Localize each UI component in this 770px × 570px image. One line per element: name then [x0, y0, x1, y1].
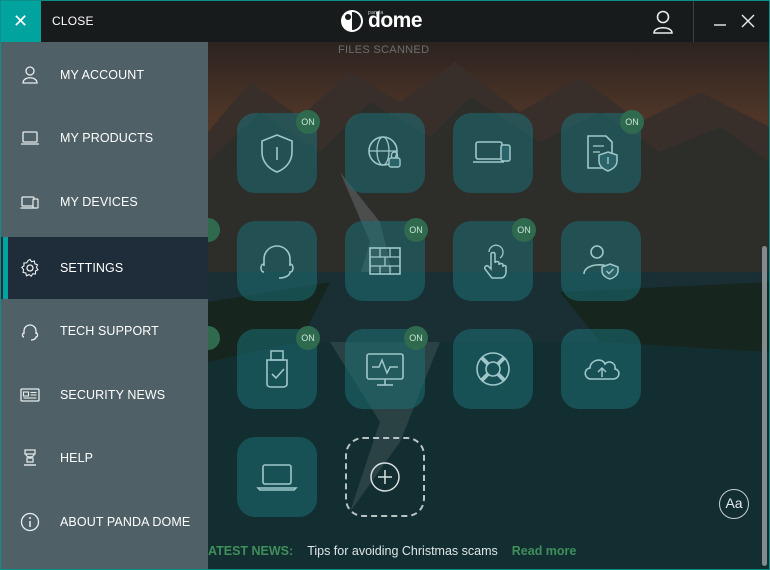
tech-support-tile[interactable]: [237, 221, 317, 301]
user-shield-icon: [583, 245, 619, 280]
status-badge: ON: [512, 218, 536, 242]
menu-item-about[interactable]: ABOUT PANDA DOME: [0, 491, 208, 553]
title-bar: ✕ CLOSE panda dome: [0, 0, 770, 42]
menu-item-my-products[interactable]: MY PRODUCTS: [0, 107, 208, 169]
menu-item-label: SECURITY NEWS: [60, 388, 166, 402]
laptop-icon: [256, 464, 298, 491]
read-more-link[interactable]: Read more: [512, 544, 577, 558]
scrollbar[interactable]: [762, 246, 767, 566]
menu-item-label: MY ACCOUNT: [60, 68, 145, 82]
menu-item-label: HELP: [60, 451, 94, 465]
minimize-button[interactable]: [708, 10, 732, 32]
document-shield-icon: [587, 135, 618, 172]
my-products-tile[interactable]: [237, 437, 317, 517]
lifebuoy-icon: [476, 352, 510, 386]
menu-item-label: MY DEVICES: [60, 195, 138, 209]
window-close-icon: [741, 14, 755, 28]
monitor-pulse-icon: [366, 353, 404, 386]
shield-icon: [261, 134, 293, 173]
close-menu-label[interactable]: CLOSE: [52, 14, 94, 28]
menu-item-my-account[interactable]: MY ACCOUNT: [0, 44, 208, 106]
web-lock-icon: [368, 136, 401, 168]
news-bar: ATEST NEWS: Tips for avoiding Christmas …: [208, 544, 576, 558]
close-icon: ✕: [12, 11, 29, 31]
info-icon: [19, 511, 41, 533]
headset-icon: [260, 245, 294, 279]
menu-item-settings[interactable]: SETTINGS: [0, 237, 208, 299]
rescue-kit-tile[interactable]: [453, 329, 533, 409]
status-badge: ON: [296, 326, 320, 350]
gear-icon: [19, 257, 41, 279]
cloud-backup-tile[interactable]: [561, 329, 641, 409]
side-menu: MY ACCOUNT MY PRODUCTS MY DEVICES SETTIN…: [0, 42, 208, 570]
menu-item-help[interactable]: HELP: [0, 427, 208, 489]
news-headline[interactable]: Tips for avoiding Christmas scams: [307, 544, 498, 558]
devices-tile[interactable]: [453, 113, 533, 193]
status-badge: ON: [404, 218, 428, 242]
user-account-button[interactable]: [646, 8, 680, 36]
menu-item-label: ABOUT PANDA DOME: [60, 515, 191, 529]
cloud-upload-icon: [584, 359, 620, 380]
menu-item-label: MY PRODUCTS: [60, 131, 154, 145]
menu-item-tech-support[interactable]: TECH SUPPORT: [0, 300, 208, 362]
news-icon: [19, 384, 41, 406]
status-badge: ON: [620, 110, 644, 134]
identity-tile[interactable]: [561, 221, 641, 301]
titlebar-separator: [693, 0, 694, 42]
add-circle-icon: [370, 462, 400, 492]
laptop-icon: [19, 127, 41, 149]
minimize-icon: [714, 24, 726, 26]
window-close-button[interactable]: [736, 10, 760, 32]
menu-item-security-news[interactable]: SECURITY NEWS: [0, 364, 208, 426]
logo-subtext: panda: [368, 10, 384, 16]
user-icon: [653, 10, 673, 34]
headset-icon: [19, 320, 41, 342]
devices-icon: [473, 141, 511, 163]
add-feature-tile[interactable]: [345, 437, 425, 517]
menu-item-my-devices[interactable]: MY DEVICES: [0, 171, 208, 233]
status-badge: ON: [296, 110, 320, 134]
panda-dome-logo: panda dome: [340, 8, 423, 34]
devices-icon: [19, 191, 41, 213]
news-label: ATEST NEWS:: [208, 544, 294, 558]
user-icon: [19, 64, 41, 86]
files-scanned-label: FILES SCANNED: [338, 44, 430, 56]
font-size-button[interactable]: Aa: [719, 489, 749, 519]
panda-logo-icon: [341, 10, 363, 32]
usb-check-icon: [266, 350, 288, 388]
status-badge: ON: [404, 326, 428, 350]
touch-icon: [484, 244, 507, 279]
web-protection-tile[interactable]: [345, 113, 425, 193]
menu-item-label: TECH SUPPORT: [60, 324, 159, 338]
menu-item-label: SETTINGS: [60, 261, 124, 275]
firewall-icon: [369, 247, 401, 275]
help-icon: [19, 447, 41, 469]
close-menu-button[interactable]: ✕: [0, 0, 41, 42]
